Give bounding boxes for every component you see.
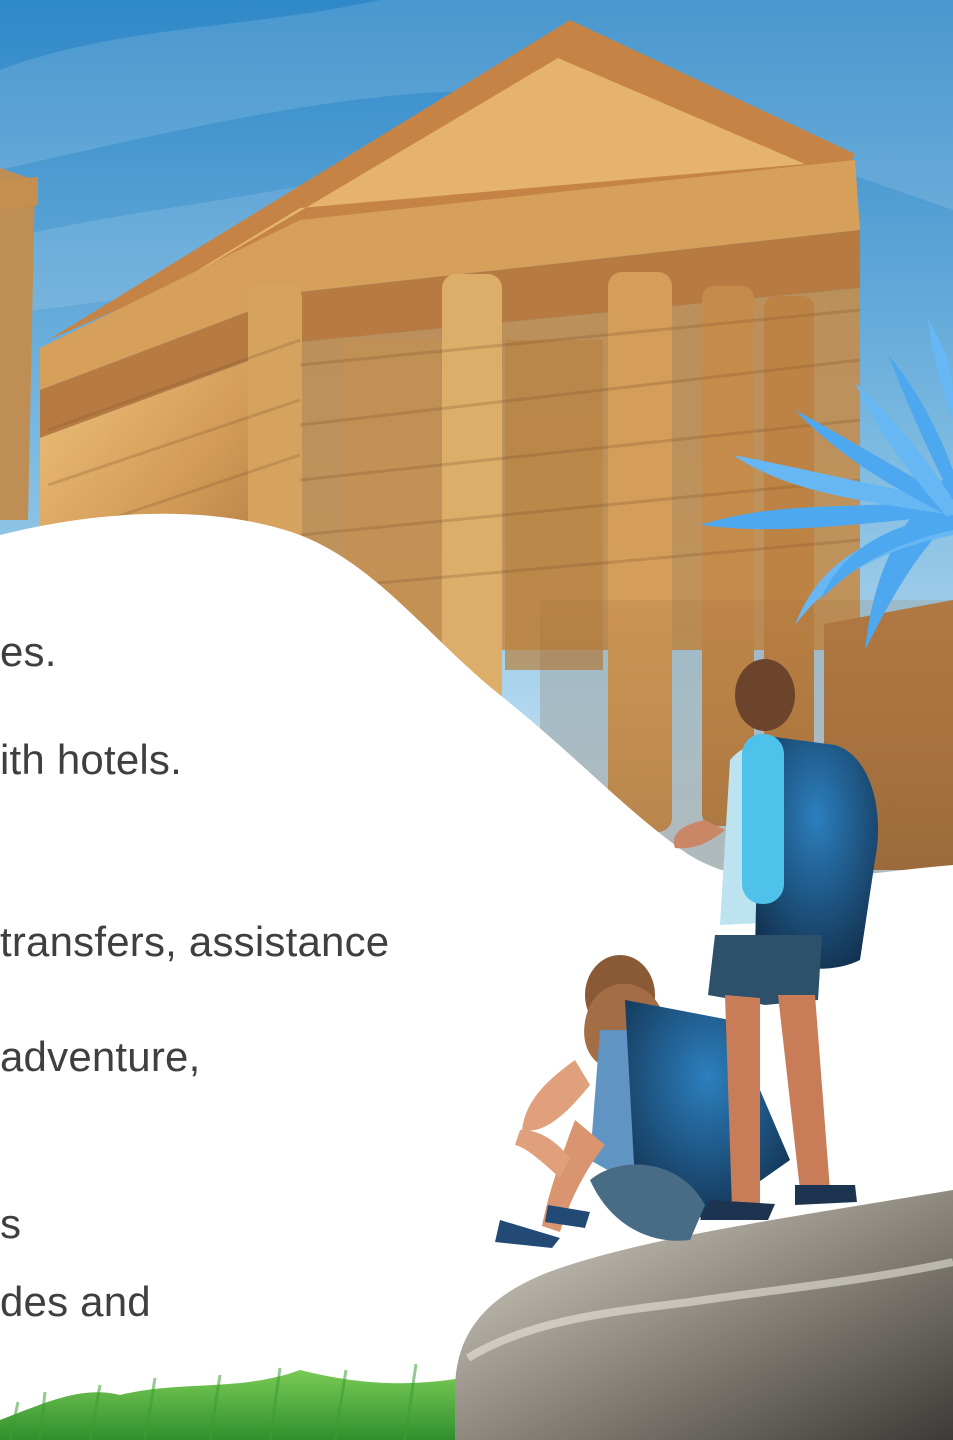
partial-text-line: transfers, assistance	[0, 918, 390, 965]
sleeping-pad	[742, 734, 784, 904]
left-ruin-capital	[0, 177, 38, 210]
travel-banner-scene	[0, 0, 953, 1440]
partial-text-line: adventure,	[0, 1033, 201, 1080]
standing-hiker-head	[735, 659, 795, 731]
partial-text-line: es.	[0, 628, 57, 675]
standing-hiker-shorts	[708, 935, 822, 1005]
travel-banner-canvas: es. ith hotels. transfers, assistance ad…	[0, 0, 953, 1440]
partial-text-line: ith hotels.	[0, 736, 182, 783]
partial-text-line: des and	[0, 1278, 151, 1325]
partial-text-line: s	[0, 1200, 22, 1247]
